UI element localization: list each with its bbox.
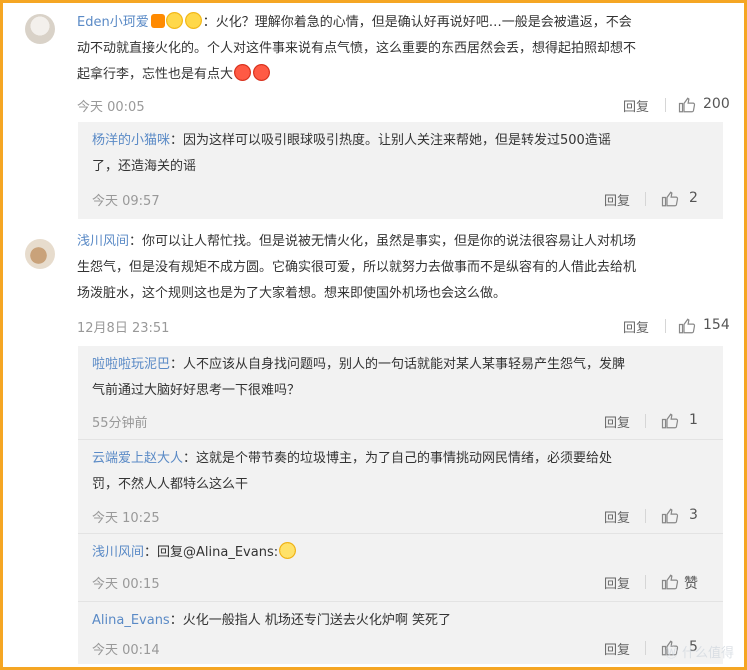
reply-text: 浅川风间：回复@Alina_Evans:	[92, 540, 709, 566]
divider	[78, 533, 723, 534]
watermark: Ⓦ 什么值得	[664, 646, 734, 661]
thumbs-up-icon[interactable]	[678, 317, 696, 335]
divider	[78, 601, 723, 602]
username-link[interactable]: Eden小珂爱	[77, 15, 149, 30]
reply-button[interactable]: 回复	[623, 317, 649, 336]
reply-item: 杨洋的小猫咪：因为这样可以吸引眼球吸引热度。让别人关注来帮她，但是转发过500造…	[92, 128, 709, 212]
comment-item: Eden小珂爱 ：火化？理解你着急的心情，但是确认好再说好吧…一般是会被遣返，不会…	[25, 10, 730, 120]
reply-meta: 55分钟前 回复 1	[92, 412, 709, 432]
timestamp: 今天 09:57	[92, 194, 160, 209]
laugh-cry-emoji-icon	[279, 542, 297, 559]
divider	[645, 509, 646, 523]
reply-item: Alina_Evans：火化一般指人 机场还专门送去火化炉啊 笑死了 今天 00…	[92, 608, 709, 662]
divider	[645, 575, 646, 589]
username-link[interactable]: Alina_Evans	[92, 613, 170, 628]
vip-badge-icon	[150, 14, 165, 28]
comment-text: Eden小珂爱 ：火化？理解你着急的心情，但是确认好再说好吧…一般是会被遣返，不会…	[77, 10, 726, 88]
thumbs-up-icon[interactable]	[661, 573, 679, 591]
reply-item: 云端爱上赵大人：这就是个带节奏的垃圾博主，为了自己的事情挑动网民情绪，必须要给处…	[92, 446, 709, 526]
timestamp: 55分钟前	[92, 416, 148, 431]
reply-meta: 今天 09:57 回复 2	[92, 190, 709, 210]
angry-emoji-icon	[253, 64, 271, 81]
username-link[interactable]: 云端爱上赵大人	[92, 451, 183, 466]
timestamp: 今天 00:05	[77, 100, 145, 115]
reply-box: 啦啦啦玩泥巴：人不应该从自身找问题吗，别人的一句话就能对某人某事轻易产生怨气，发…	[78, 346, 723, 664]
reply-button[interactable]: 回复	[604, 412, 630, 431]
thumbs-up-icon[interactable]	[661, 190, 679, 208]
reply-text: 杨洋的小猫咪：因为这样可以吸引眼球吸引热度。让别人关注来帮她，但是转发过500造…	[92, 133, 611, 174]
reply-meta: 今天 10:25 回复 3	[92, 507, 709, 527]
divider	[665, 98, 666, 112]
reply-text: 云端爱上赵大人：这就是个带节奏的垃圾博主，为了自己的事情挑动网民情绪，必须要给处…	[92, 451, 613, 492]
divider	[645, 414, 646, 428]
comment-item: 浅川风间：你可以让人帮忙找。但是说被无情火化，虽然是事实，但是你的说法很容易让人…	[25, 229, 730, 341]
reply-button[interactable]: 回复	[604, 573, 630, 592]
divider	[645, 192, 646, 206]
timestamp: 今天 00:15	[92, 577, 160, 592]
comment-meta: 今天 00:05 回复 200	[77, 96, 730, 116]
like-label: 赞	[684, 576, 698, 592]
like-count: 2	[689, 190, 698, 206]
username-link[interactable]: 啦啦啦玩泥巴	[92, 357, 170, 372]
divider	[78, 439, 723, 440]
like-count: 1	[689, 412, 698, 428]
reply-button[interactable]: 回复	[604, 639, 630, 658]
like-count: 154	[703, 317, 730, 333]
reply-text: 啦啦啦玩泥巴：人不应该从自身找问题吗，别人的一句话就能对某人某事轻易产生怨气，发…	[92, 357, 626, 398]
timestamp: 今天 10:25	[92, 511, 160, 526]
username-link[interactable]: 杨洋的小猫咪	[92, 133, 170, 148]
reply-text: Alina_Evans：火化一般指人 机场还专门送去火化炉啊 笑死了	[92, 613, 451, 628]
username-link[interactable]: 浅川风间	[77, 234, 129, 249]
comment-panel: Eden小珂爱 ：火化？理解你着急的心情，但是确认好再说好吧…一般是会被遣返，不会…	[0, 0, 747, 670]
smile-emoji-icon	[184, 12, 202, 29]
angry-emoji-icon	[234, 64, 252, 81]
thumbs-up-icon[interactable]	[661, 507, 679, 525]
comment-text: 浅川风间：你可以让人帮忙找。但是说被无情火化，虽然是事实，但是你的说法很容易让人…	[77, 234, 637, 301]
reply-button[interactable]: 回复	[623, 96, 649, 115]
username-link[interactable]: 浅川风间	[92, 545, 144, 560]
timestamp: 12月8日 23:51	[77, 321, 170, 336]
reply-box: 杨洋的小猫咪：因为这样可以吸引眼球吸引热度。让别人关注来帮她，但是转发过500造…	[78, 122, 723, 219]
like-count: 3	[689, 507, 698, 523]
divider	[665, 319, 666, 333]
reply-item: 浅川风间：回复@Alina_Evans: 今天 00:15 回复 赞	[92, 540, 709, 596]
avatar[interactable]	[25, 239, 55, 269]
reply-button[interactable]: 回复	[604, 190, 630, 209]
reply-meta: 今天 00:14 回复 5	[92, 639, 709, 659]
reply-item: 啦啦啦玩泥巴：人不应该从自身找问题吗，别人的一句话就能对某人某事轻易产生怨气，发…	[92, 352, 709, 432]
thumbs-up-icon[interactable]	[661, 412, 679, 430]
reply-button[interactable]: 回复	[604, 507, 630, 526]
divider	[645, 641, 646, 655]
thumbs-up-icon[interactable]	[678, 96, 696, 114]
reply-meta: 今天 00:15 回复 赞	[92, 573, 709, 593]
timestamp: 今天 00:14	[92, 643, 160, 658]
smile-emoji-icon	[165, 12, 183, 29]
like-count: 200	[703, 96, 730, 112]
avatar[interactable]	[25, 14, 55, 44]
comment-meta: 12月8日 23:51 回复 154	[77, 317, 730, 337]
